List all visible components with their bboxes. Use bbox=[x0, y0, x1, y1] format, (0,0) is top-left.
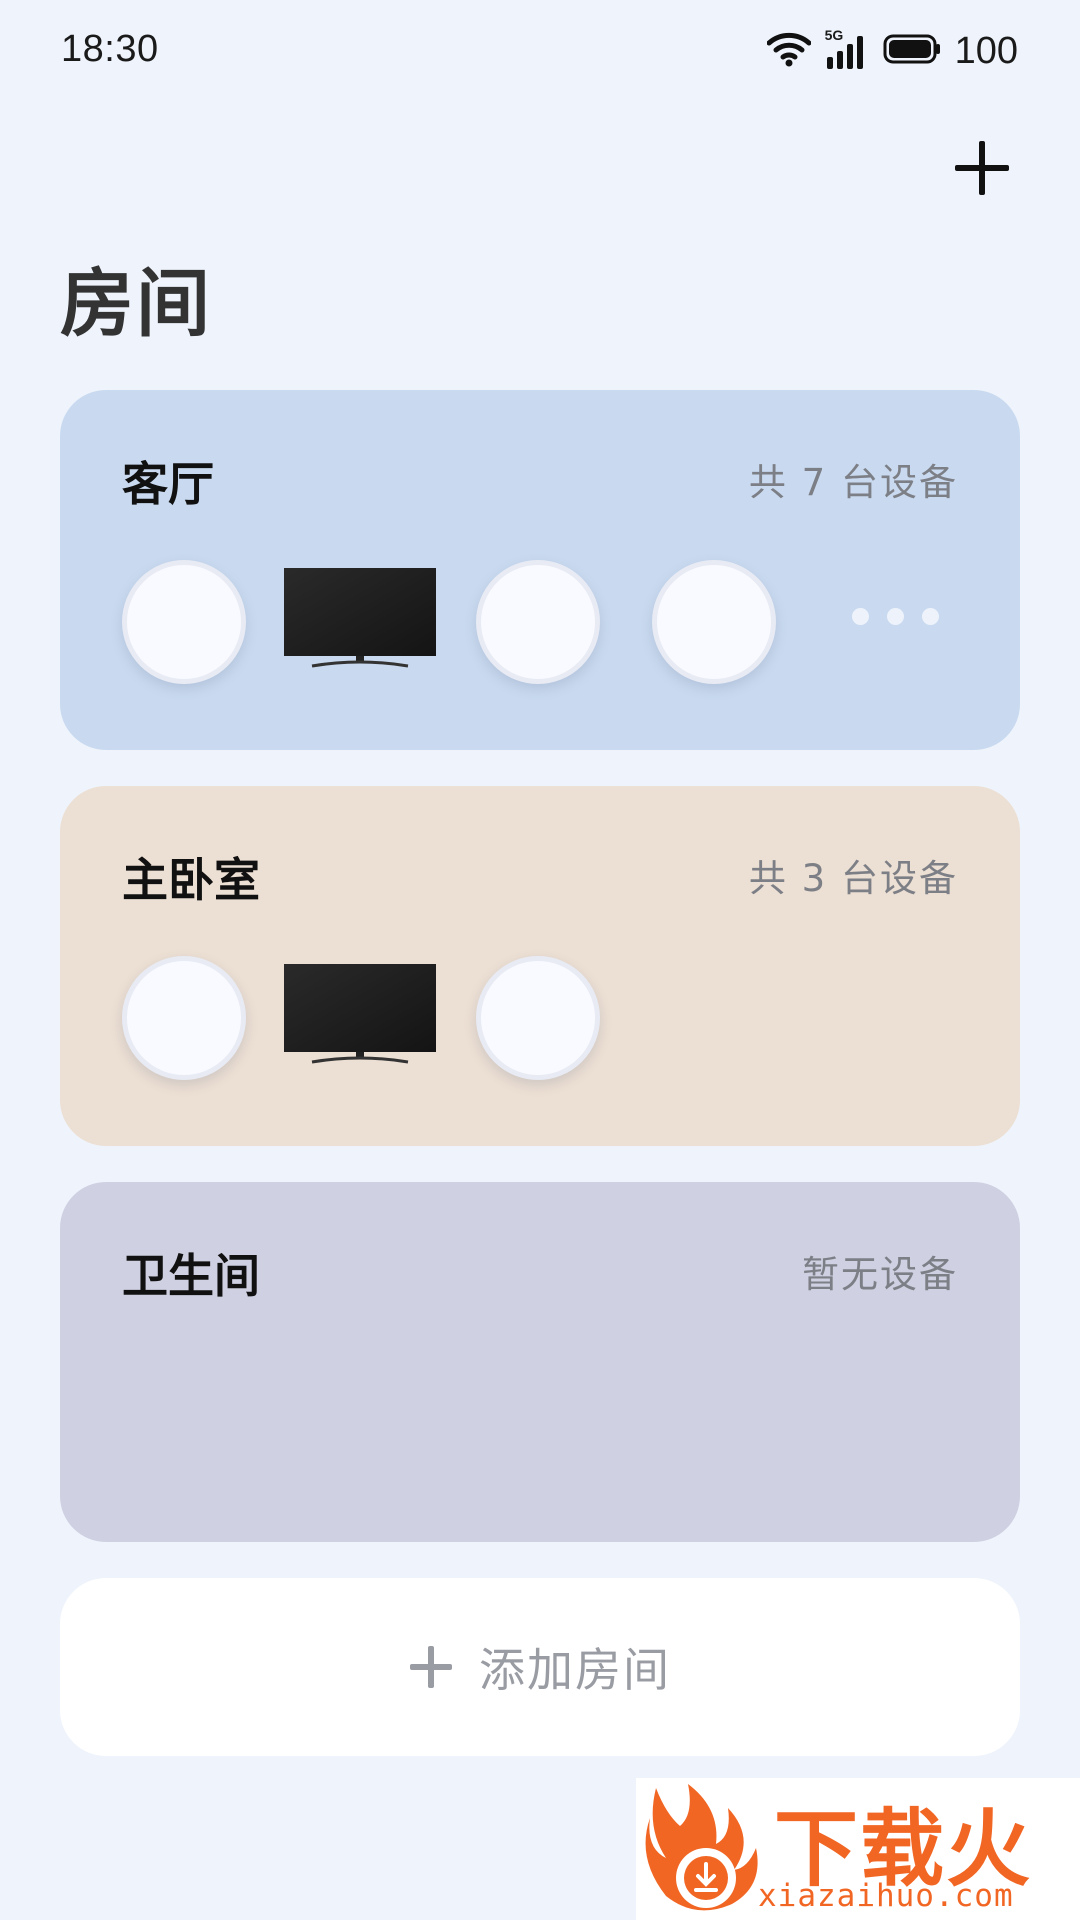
wifi-icon bbox=[766, 31, 812, 71]
room-name: 客厅 bbox=[122, 457, 214, 511]
tv-device-icon[interactable] bbox=[284, 964, 436, 1068]
room-card-living-room[interactable]: 客厅 共 7 台设备 bbox=[60, 390, 1020, 750]
watermark: 下载火 xiazaihuo.com bbox=[636, 1778, 1080, 1920]
plus-icon bbox=[955, 141, 1009, 195]
battery-level: 100 bbox=[954, 29, 1018, 72]
status-time: 18:30 bbox=[61, 28, 159, 70]
battery-icon bbox=[883, 34, 941, 68]
device-icon[interactable] bbox=[476, 956, 600, 1080]
plus-icon bbox=[410, 1646, 452, 1688]
device-icon[interactable] bbox=[652, 560, 776, 684]
watermark-url: xiazaihuo.com bbox=[758, 1878, 1014, 1914]
room-card-master-bedroom[interactable]: 主卧室 共 3 台设备 bbox=[60, 786, 1020, 1146]
add-room-button[interactable]: 添加房间 bbox=[60, 1578, 1020, 1756]
device-icon[interactable] bbox=[122, 560, 246, 684]
tv-device-icon[interactable] bbox=[284, 568, 436, 672]
status-bar: 18:30 5G 100 bbox=[0, 0, 1080, 100]
device-icon[interactable] bbox=[122, 956, 246, 1080]
add-device-button[interactable] bbox=[950, 136, 1014, 200]
room-device-count: 共 7 台设备 bbox=[748, 461, 958, 504]
room-device-count: 暂无设备 bbox=[802, 1253, 958, 1296]
room-name: 主卧室 bbox=[122, 853, 260, 907]
rooms-page: 18:30 5G 100 房间 客厅 共 7 台设备 主卧室 共 3 台设备 卫… bbox=[0, 0, 1080, 1920]
device-row bbox=[122, 560, 962, 684]
room-card-bathroom[interactable]: 卫生间 暂无设备 bbox=[60, 1182, 1020, 1542]
device-icon[interactable] bbox=[476, 560, 600, 684]
cellular-signal-icon: 5G bbox=[823, 27, 871, 71]
add-room-label: 添加房间 bbox=[479, 1643, 671, 1697]
page-title: 房间 bbox=[60, 261, 212, 347]
more-devices-icon[interactable] bbox=[852, 608, 939, 625]
room-name: 卫生间 bbox=[122, 1249, 260, 1303]
device-row bbox=[122, 956, 962, 1080]
status-icons: 5G 100 bbox=[766, 27, 1018, 72]
flame-logo-icon bbox=[645, 1784, 758, 1911]
room-device-count: 共 3 台设备 bbox=[748, 857, 958, 900]
